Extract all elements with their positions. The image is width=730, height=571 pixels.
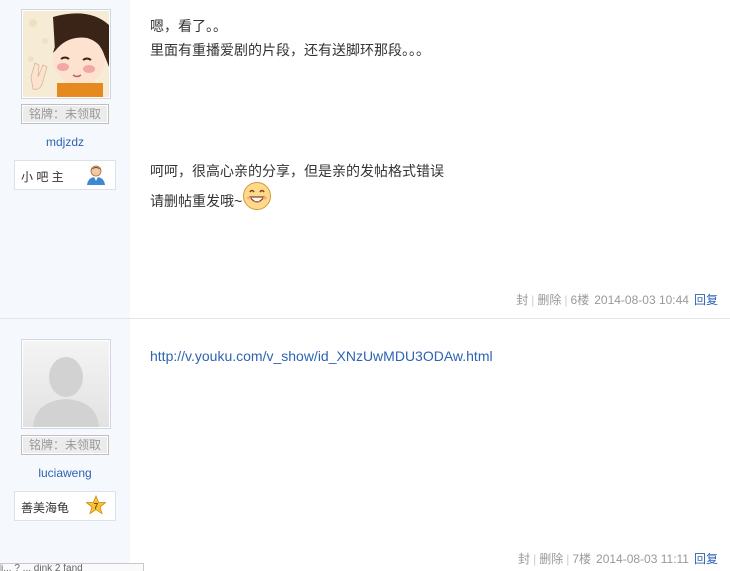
nameplate-badge: 铭牌：未领取 [21, 104, 109, 124]
post-text-line: 里面有重播爱剧的片段，还有送脚环那段。。。 [150, 42, 430, 58]
avatar[interactable] [21, 9, 111, 99]
user-icon [85, 164, 107, 186]
post-floor-6: 铭牌：未领取 mdjzdz 小 吧 主 嗯，看了。。 里面有重播爱剧的片段，还有… [0, 0, 730, 318]
role-label: 小 吧 主 [21, 170, 64, 184]
ban-button[interactable]: 封 [518, 552, 530, 566]
username-link[interactable]: luciaweng [0, 466, 130, 480]
post-text-line: http://v.youku.com/v_show/id_XNzUwMDU3OD… [150, 348, 493, 364]
ban-button[interactable]: 封 [516, 293, 528, 307]
post-date: 2014-08-03 10:44 [594, 293, 689, 307]
separator: | [531, 293, 535, 307]
svg-text:7: 7 [94, 502, 99, 511]
separator: | [564, 293, 568, 307]
video-link[interactable]: http://v.youku.com/v_show/id_XNzUwMDU3OD… [150, 348, 493, 364]
cartoon-girl-avatar [23, 11, 109, 97]
floor-number: 6楼 [570, 293, 590, 307]
post-date: 2014-08-03 11:11 [596, 552, 689, 566]
post-text-line: 请删帖重发哦~ [150, 181, 272, 211]
delete-button[interactable]: 删除 [537, 293, 561, 307]
post-actions: 封 | 删除 | 6楼 2014-08-03 10:44 回复 [516, 291, 718, 308]
post-text-line: 呵呵，很高心亲的分享，但是亲的发帖格式错误 [150, 163, 444, 179]
post-text-fragment: 请删帖重发哦~ [150, 193, 243, 209]
reply-button[interactable]: 回复 [694, 552, 718, 566]
post-text-line: 嗯，看了。。 [150, 18, 227, 34]
separator: | [533, 552, 537, 566]
role-card: 小 吧 主 [14, 160, 116, 190]
nameplate-badge: 铭牌：未领取 [21, 435, 109, 455]
separator: | [566, 552, 570, 566]
level-7-star-icon: 7 [85, 494, 107, 517]
username-link[interactable]: mdjzdz [0, 135, 130, 149]
post-floor-7: 铭牌：未领取 luciaweng 善美海龟 7 http://v.youku.c… [0, 319, 730, 570]
floor-number: 7楼 [572, 552, 592, 566]
role-card: 善美海龟 7 [14, 491, 116, 521]
reply-button[interactable]: 回复 [694, 293, 718, 307]
author-sidebar: 铭牌：未领取 mdjzdz 小 吧 主 [0, 0, 130, 318]
delete-button[interactable]: 删除 [539, 552, 563, 566]
author-sidebar: 铭牌：未领取 luciaweng 善美海龟 7 [0, 319, 130, 570]
role-label: 善美海龟 [21, 501, 70, 515]
avatar[interactable] [21, 339, 111, 429]
default-user-avatar [23, 341, 109, 427]
grinning-face-icon [242, 181, 272, 211]
post-actions: 封 | 删除 | 7楼 2014-08-03 11:11 回复 [518, 550, 718, 567]
